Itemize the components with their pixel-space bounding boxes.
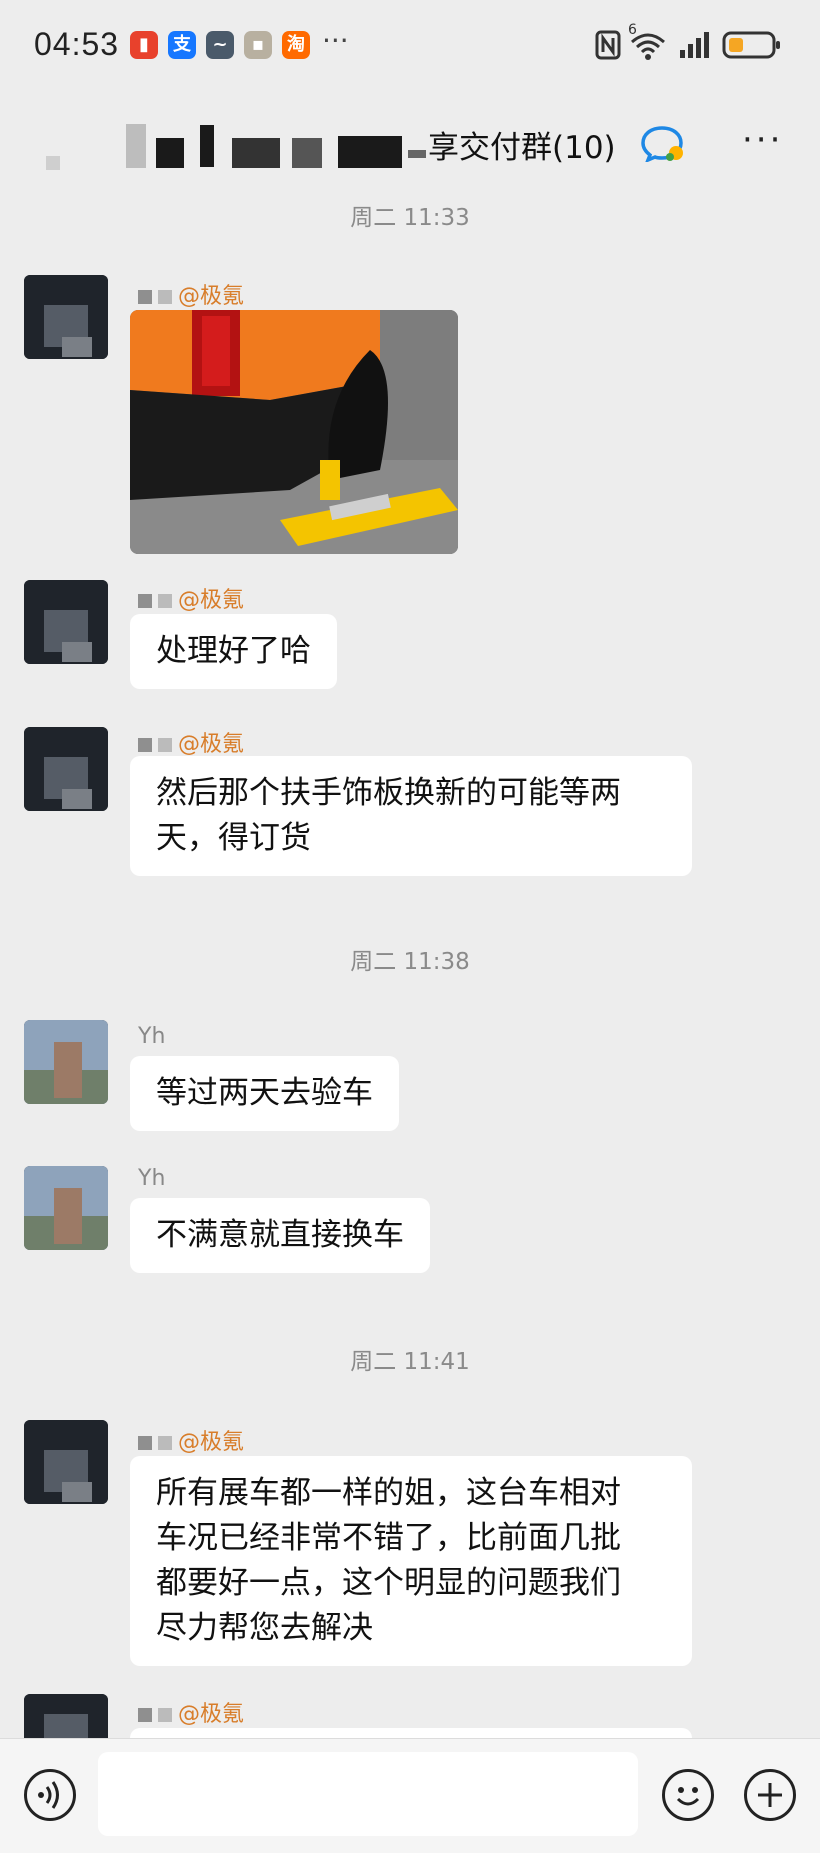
- notification-app-icon: ▪: [244, 31, 272, 59]
- notification-app-icon: ▮: [130, 31, 158, 59]
- sender-name: @极氪: [138, 278, 244, 310]
- group-title[interactable]: 享交付群(10): [428, 122, 616, 167]
- message-bubble[interactable]: 所有展车都一样的姐，这台车相对 车况已经非常不错了，比前面几批 都要好一点，这个…: [130, 1456, 692, 1666]
- alipay-icon: 支: [168, 31, 196, 59]
- message-line: 所有展车都一样的姐，这台车相对: [156, 1475, 621, 1511]
- status-time: 04:53: [34, 26, 120, 62]
- chat-header: [0, 100, 820, 190]
- voice-button[interactable]: [24, 1769, 76, 1821]
- message-bubble[interactable]: 处理好了哈: [130, 614, 337, 689]
- more-notifications-icon: ···: [322, 24, 349, 57]
- chat-more-button[interactable]: ···: [742, 120, 783, 160]
- message-line: 尽力帮您去解决: [156, 1610, 373, 1646]
- emoji-button[interactable]: [662, 1769, 714, 1821]
- message-bubble[interactable]: 不满意就直接换车: [130, 1198, 430, 1273]
- message-line: 车况已经非常不错了，比前面几批: [156, 1520, 621, 1556]
- sender-name: Yh: [138, 1024, 166, 1049]
- status-bar: 04:53 ▮ 支 ~ ▪ 淘 ··· 6: [0, 0, 820, 92]
- message-photo[interactable]: [130, 310, 458, 554]
- message-line: 然后那个扶手饰板换新的可能等两: [156, 775, 621, 811]
- voice-icon: [38, 1781, 59, 1809]
- message-bubble[interactable]: [130, 1728, 692, 1738]
- avatar[interactable]: [24, 580, 108, 664]
- message-line: 天，得订货: [156, 820, 311, 856]
- message-bubble[interactable]: 等过两天去验车: [130, 1056, 399, 1131]
- avatar[interactable]: [24, 727, 108, 811]
- more-functions-button[interactable]: [744, 1769, 796, 1821]
- timestamp: 周二 11:41: [350, 1349, 470, 1375]
- signal-icon: [680, 32, 709, 58]
- avatar[interactable]: [24, 1166, 108, 1250]
- message-line: 都要好一点，这个明显的问题我们: [156, 1565, 621, 1601]
- sender-name: @极氪: [138, 1424, 244, 1456]
- timestamp: 周二 11:33: [350, 205, 470, 231]
- car-photo: [130, 310, 458, 554]
- network-type: 6: [628, 22, 637, 38]
- sender-name: @极氪: [138, 726, 244, 758]
- verified-icon: [641, 126, 683, 162]
- avatar[interactable]: [24, 275, 108, 359]
- avatar[interactable]: [24, 1420, 108, 1504]
- plus-icon: [758, 1783, 782, 1807]
- sender-name: Yh: [138, 1166, 166, 1191]
- sender-name: @极氪: [138, 1696, 244, 1728]
- emoji-icon: [676, 1787, 700, 1806]
- timestamp: 周二 11:38: [350, 949, 470, 975]
- battery-icon: [722, 31, 780, 59]
- notification-app-icon: ~: [206, 31, 234, 59]
- taobao-icon: 淘: [282, 31, 310, 59]
- message-input[interactable]: [98, 1752, 638, 1836]
- nfc-icon: [595, 30, 621, 60]
- avatar[interactable]: [24, 1694, 108, 1738]
- message-bubble[interactable]: 然后那个扶手饰板换新的可能等两 天，得订货: [130, 756, 692, 876]
- avatar[interactable]: [24, 1020, 108, 1104]
- sender-name: @极氪: [138, 582, 244, 614]
